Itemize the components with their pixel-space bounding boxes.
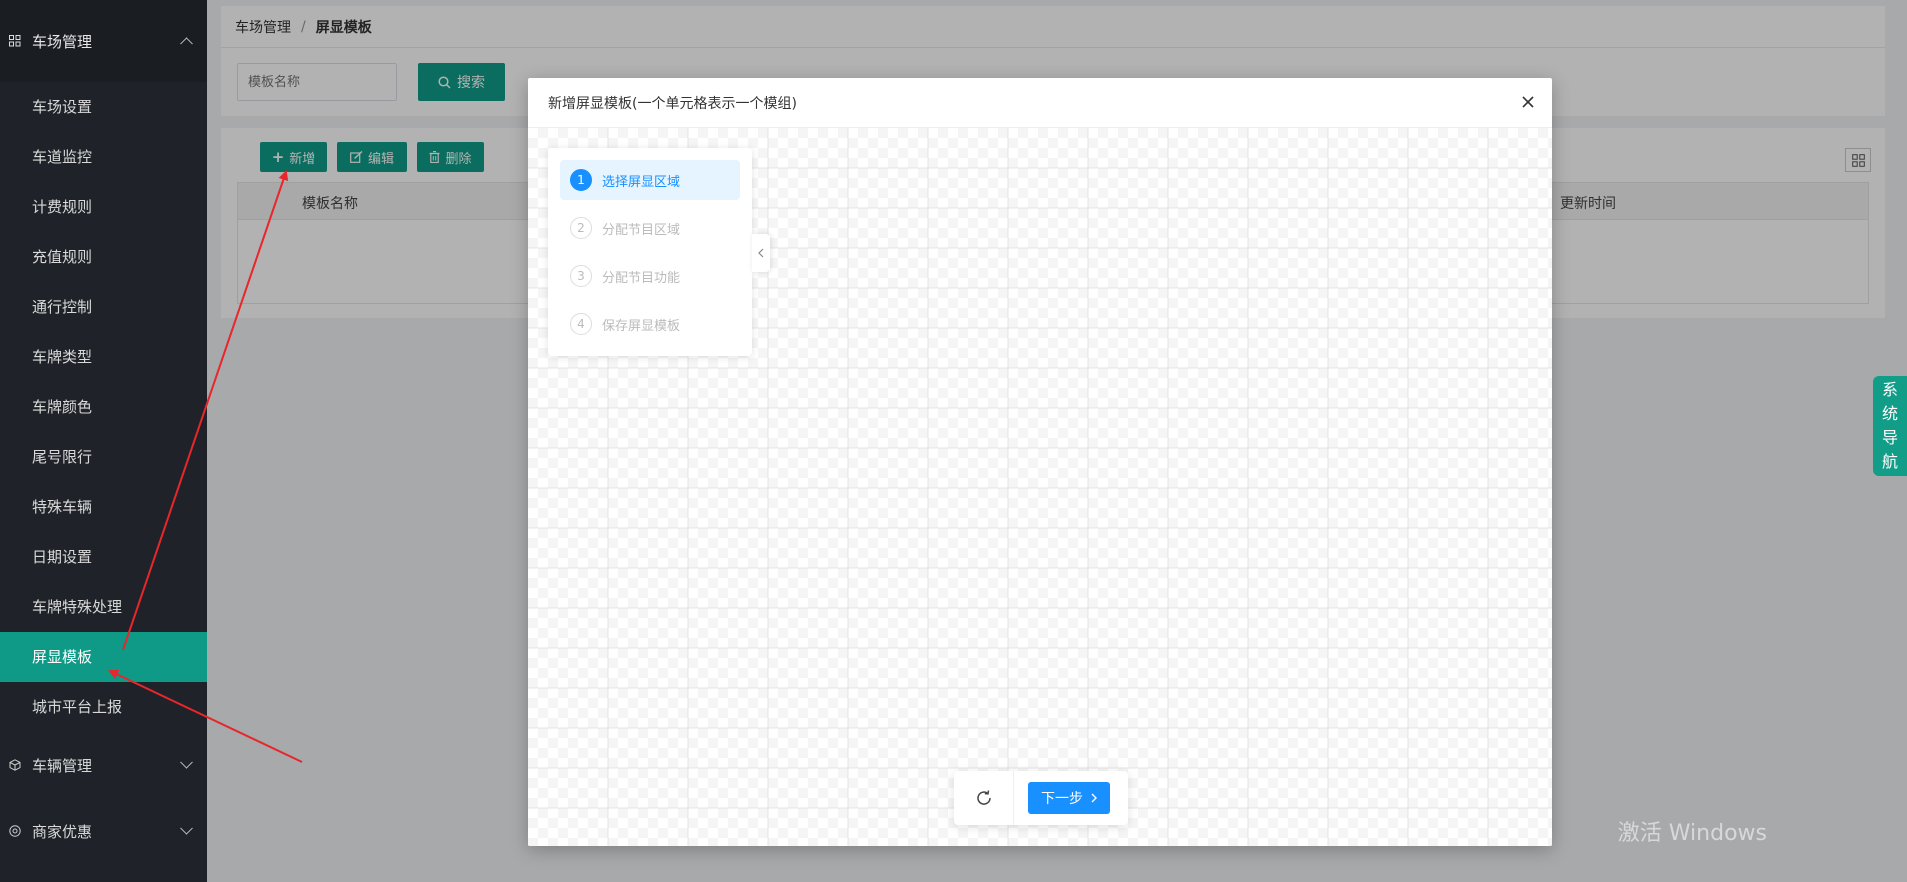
modal-header: 新增屏显模板(一个单元格表示一个模组) — [528, 78, 1552, 128]
step-label: 分配节目区域 — [602, 222, 681, 238]
next-step-label: 下一步 — [1041, 791, 1083, 807]
sidebar-item-date-settings[interactable]: 日期设置 — [0, 532, 207, 582]
sidebar-item-plate-special[interactable]: 车牌特殊处理 — [0, 582, 207, 632]
sidebar-item-recharge-rules[interactable]: 充值规则 — [0, 232, 207, 282]
chevron-up-icon — [180, 37, 193, 51]
step-number: 1 — [570, 169, 592, 191]
sidebar-group-label: 车场管理 — [32, 32, 93, 51]
modal-title: 新增屏显模板(一个单元格表示一个模组) — [548, 95, 797, 112]
system-nav-char: 统 — [1881, 404, 1898, 423]
step-assign-program-function[interactable]: 3 分配节目功能 — [560, 256, 740, 296]
chevron-down-icon — [180, 755, 193, 769]
discount-icon — [8, 824, 22, 838]
close-icon[interactable] — [1518, 92, 1538, 112]
sidebar-group-parking[interactable]: 车场管理 — [0, 0, 207, 82]
sidebar-item-plate-types[interactable]: 车牌类型 — [0, 332, 207, 382]
step-label: 保存屏显模板 — [602, 318, 681, 334]
refresh-icon — [976, 790, 991, 805]
chevron-down-icon — [180, 821, 193, 835]
windows-activation-watermark: 激活 Windows — [1617, 821, 1767, 846]
parking-grid-icon — [8, 34, 22, 48]
sidebar-group-merchant[interactable]: 商家优惠 — [0, 798, 207, 864]
steps-panel: 1 选择屏显区域 2 分配节目区域 3 分配节目功能 4 保存屏显模板 — [548, 148, 752, 356]
system-nav-tab[interactable]: 系 统 导 航 — [1873, 376, 1907, 476]
sidebar-item-special-vehicles[interactable]: 特殊车辆 — [0, 482, 207, 532]
sidebar-item-tail-restriction[interactable]: 尾号限行 — [0, 432, 207, 482]
modal-action-bar: 下一步 — [954, 771, 1128, 825]
system-nav-char: 导 — [1881, 428, 1898, 447]
sidebar-item-display-template[interactable]: 屏显模板 — [0, 632, 207, 682]
chevron-left-icon — [758, 248, 764, 258]
new-display-template-modal: 新增屏显模板(一个单元格表示一个模组) 1 选择屏显区域 2 分配节目区域 3 … — [528, 78, 1552, 846]
sidebar-item-plate-colors[interactable]: 车牌颜色 — [0, 382, 207, 432]
sidebar: 车场管理 车场设置 车道监控 计费规则 充值规则 通行控制 车牌类型 车牌颜色 … — [0, 0, 207, 882]
reset-button[interactable] — [954, 771, 1014, 825]
display-grid-canvas[interactable]: 1 选择屏显区域 2 分配节目区域 3 分配节目功能 4 保存屏显模板 下一步 — [528, 128, 1552, 846]
step-number: 3 — [570, 265, 592, 287]
step-number: 2 — [570, 217, 592, 239]
step-number: 4 — [570, 313, 592, 335]
system-nav-char: 系 — [1881, 380, 1898, 399]
sidebar-item-lane-monitor[interactable]: 车道监控 — [0, 132, 207, 182]
cube-icon — [8, 758, 22, 772]
sidebar-item-billing-rules[interactable]: 计费规则 — [0, 182, 207, 232]
sidebar-item-parking-settings[interactable]: 车场设置 — [0, 82, 207, 132]
collapse-panel-button[interactable] — [752, 234, 770, 272]
next-step-button[interactable]: 下一步 — [1028, 782, 1110, 814]
step-save-template[interactable]: 4 保存屏显模板 — [560, 304, 740, 344]
sidebar-group-label: 车辆管理 — [32, 756, 93, 775]
step-label: 分配节目功能 — [602, 270, 681, 286]
sidebar-submenu: 车场设置 车道监控 计费规则 充值规则 通行控制 车牌类型 车牌颜色 尾号限行 … — [0, 82, 207, 732]
step-select-area[interactable]: 1 选择屏显区域 — [560, 160, 740, 200]
sidebar-item-access-control[interactable]: 通行控制 — [0, 282, 207, 332]
sidebar-item-city-report[interactable]: 城市平台上报 — [0, 682, 207, 732]
sidebar-group-label: 商家优惠 — [32, 822, 93, 841]
system-nav-char: 航 — [1881, 452, 1898, 471]
chevron-right-icon — [1091, 793, 1097, 803]
step-assign-program-area[interactable]: 2 分配节目区域 — [560, 208, 740, 248]
step-label: 选择屏显区域 — [602, 174, 681, 190]
sidebar-group-vehicles[interactable]: 车辆管理 — [0, 732, 207, 798]
